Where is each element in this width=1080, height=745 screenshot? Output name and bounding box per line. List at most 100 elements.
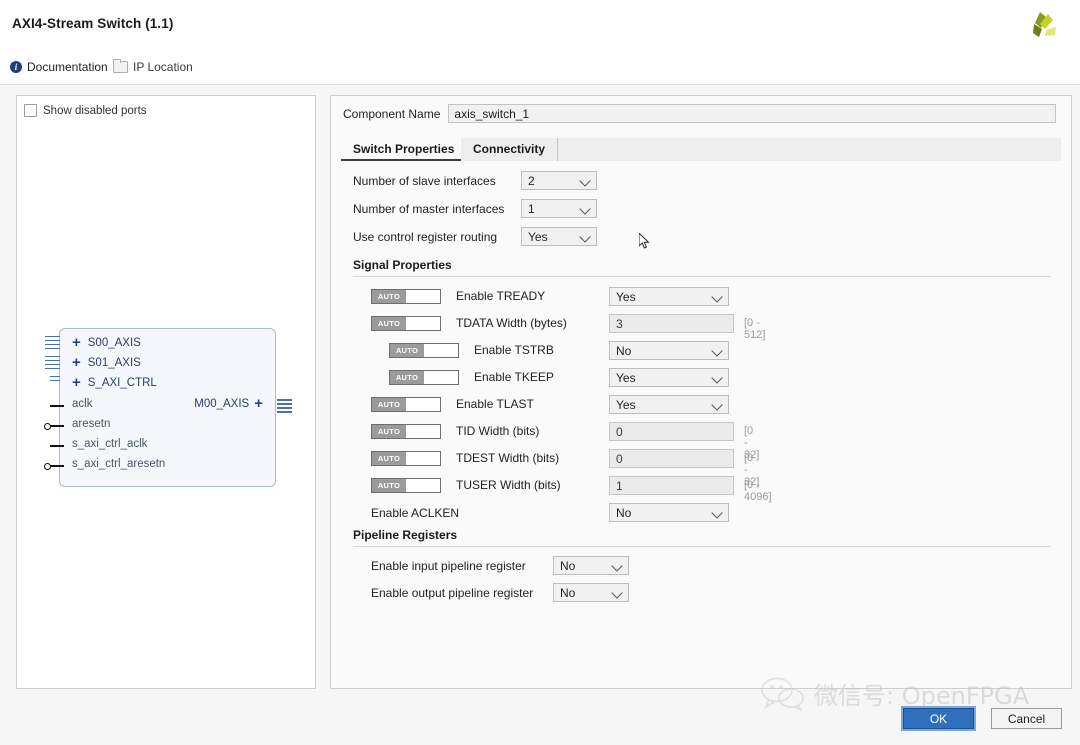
field-label: Enable TLAST: [456, 397, 534, 411]
field-label: Enable input pipeline register: [371, 559, 526, 573]
control-register-routing-select[interactable]: Yes: [521, 227, 597, 246]
tuser-width-input[interactable]: 1: [609, 476, 734, 495]
field-label: Enable ACLKEN: [371, 506, 460, 520]
chevron-down-icon: [711, 371, 723, 384]
auto-badge-label: AUTO: [372, 425, 406, 438]
port-label: S01_AXIS: [87, 357, 141, 369]
field-label: Number of master interfaces: [353, 202, 505, 216]
switch-properties-panel: Number of slave interfaces 2 Number of m…: [341, 161, 1061, 678]
auto-badge-label: AUTO: [372, 452, 406, 465]
slave-interfaces-select[interactable]: 2: [521, 171, 597, 190]
expand-plus-icon[interactable]: +: [72, 335, 81, 350]
select-value: Yes: [616, 289, 636, 304]
auto-badge-label: AUTO: [390, 344, 424, 357]
expand-plus-icon[interactable]: +: [72, 375, 81, 390]
ip-location-link[interactable]: IP Location: [113, 59, 193, 74]
ip-block-symbol: + S00_AXIS + S01_AXIS + S_AXI_CTRL aclk …: [44, 328, 292, 487]
component-name-input[interactable]: axis_switch_1: [448, 104, 1057, 123]
port-s-axi-ctrl-aclk: s_axi_ctrl_aclk: [50, 438, 148, 450]
expand-plus-icon[interactable]: +: [254, 396, 263, 411]
tab-connectivity[interactable]: Connectivity: [461, 138, 559, 161]
field-label: Enable TSTRB: [474, 343, 554, 357]
field-label: TID Width (bits): [456, 424, 540, 438]
chevron-down-icon: [711, 506, 723, 519]
enable-tlast-select[interactable]: Yes: [609, 395, 729, 414]
port-s-axi-ctrl-aresetn: s_axi_ctrl_aresetn: [44, 458, 165, 470]
tab-switch-properties[interactable]: Switch Properties: [341, 138, 467, 161]
auto-toggle[interactable]: AUTO: [371, 478, 441, 493]
pipeline-registers-header: Pipeline Registers: [353, 528, 458, 542]
output-pipeline-register-select[interactable]: No: [553, 583, 629, 602]
auto-badge-label: AUTO: [390, 371, 424, 384]
ip-location-label: IP Location: [133, 60, 193, 74]
folder-icon: [113, 59, 128, 73]
port-label: aclk: [72, 398, 93, 410]
tid-width-input[interactable]: 0: [609, 422, 734, 441]
tdest-width-input[interactable]: 0: [609, 449, 734, 468]
auto-toggle[interactable]: AUTO: [389, 370, 459, 385]
signal-connector-icon: [50, 405, 64, 407]
tabs-container: Switch Properties Connectivity Number of…: [341, 138, 1061, 678]
tab-bar: Switch Properties Connectivity: [341, 138, 1061, 162]
tdata-width-input[interactable]: 3: [609, 314, 734, 333]
port-label: aresetn: [72, 418, 111, 430]
auto-badge-label: AUTO: [372, 290, 406, 303]
port-label: s_axi_ctrl_aclk: [72, 438, 148, 450]
auto-toggle[interactable]: AUTO: [371, 397, 441, 412]
ok-button[interactable]: OK: [903, 708, 974, 729]
select-value: No: [560, 585, 576, 600]
port-s-axi-ctrl[interactable]: + S_AXI_CTRL: [50, 375, 157, 390]
auto-toggle[interactable]: AUTO: [371, 424, 441, 439]
input-pipeline-register-select[interactable]: No: [553, 556, 629, 575]
enable-aclken-select[interactable]: No: [609, 503, 729, 522]
port-label: S_AXI_CTRL: [87, 377, 157, 389]
component-name-row: Component Name axis_switch_1: [343, 104, 1057, 123]
auto-badge-label: AUTO: [372, 317, 406, 330]
bus-connector-icon: [45, 335, 60, 351]
enable-tstrb-select[interactable]: No: [609, 341, 729, 360]
title-bar: AXI4-Stream Switch (1.1): [0, 0, 1080, 53]
link-bar: i Documentation IP Location: [0, 52, 1080, 85]
signal-properties-header: Signal Properties: [353, 258, 452, 272]
port-label: S00_AXIS: [87, 337, 141, 349]
select-value: Yes: [616, 370, 636, 385]
auto-toggle[interactable]: AUTO: [371, 289, 441, 304]
show-disabled-ports-label: Show disabled ports: [43, 104, 147, 117]
auto-toggle[interactable]: AUTO: [371, 316, 441, 331]
ip-symbol-panel: Show disabled ports + S00_AXIS + S01_AXI…: [16, 95, 316, 689]
auto-toggle[interactable]: AUTO: [389, 343, 459, 358]
chevron-down-icon: [711, 290, 723, 303]
section-divider: [353, 546, 1051, 547]
select-value: Yes: [528, 229, 548, 244]
documentation-link[interactable]: i Documentation: [10, 60, 108, 74]
expand-plus-icon[interactable]: +: [72, 355, 81, 370]
chevron-down-icon: [579, 202, 591, 215]
field-label: Enable TKEEP: [474, 370, 554, 384]
enable-tready-select[interactable]: Yes: [609, 287, 729, 306]
mouse-cursor: [639, 233, 650, 249]
port-s01-axis[interactable]: + S01_AXIS: [45, 355, 141, 370]
field-label: TDATA Width (bytes): [456, 316, 567, 330]
bus-connector-icon: [277, 399, 292, 414]
select-value: Yes: [616, 397, 636, 412]
range-hint: [0 - 4096]: [744, 479, 772, 503]
enable-tkeep-select[interactable]: Yes: [609, 368, 729, 387]
auto-toggle[interactable]: AUTO: [371, 451, 441, 466]
field-label: Enable TREADY: [456, 289, 546, 303]
range-hint: [0 - 512]: [744, 317, 766, 341]
cancel-button[interactable]: Cancel: [991, 708, 1062, 729]
select-value: No: [560, 558, 576, 573]
ip-config-panel: Component Name axis_switch_1 Switch Prop…: [330, 95, 1072, 689]
field-label: TDEST Width (bits): [456, 451, 560, 465]
port-aclk: aclk: [50, 398, 93, 410]
port-s00-axis[interactable]: + S00_AXIS: [45, 335, 141, 350]
xilinx-pinwheel-logo: [1026, 8, 1062, 44]
auto-badge-label: AUTO: [372, 479, 406, 492]
port-m00-axis[interactable]: M00_AXIS +: [194, 396, 292, 413]
component-name-label: Component Name: [343, 106, 441, 121]
port-label: M00_AXIS: [194, 398, 250, 410]
master-interfaces-select[interactable]: 1: [521, 199, 597, 218]
port-aresetn: aresetn: [44, 418, 111, 430]
show-disabled-ports-checkbox[interactable]: Show disabled ports: [24, 104, 147, 117]
section-divider: [353, 276, 1051, 277]
